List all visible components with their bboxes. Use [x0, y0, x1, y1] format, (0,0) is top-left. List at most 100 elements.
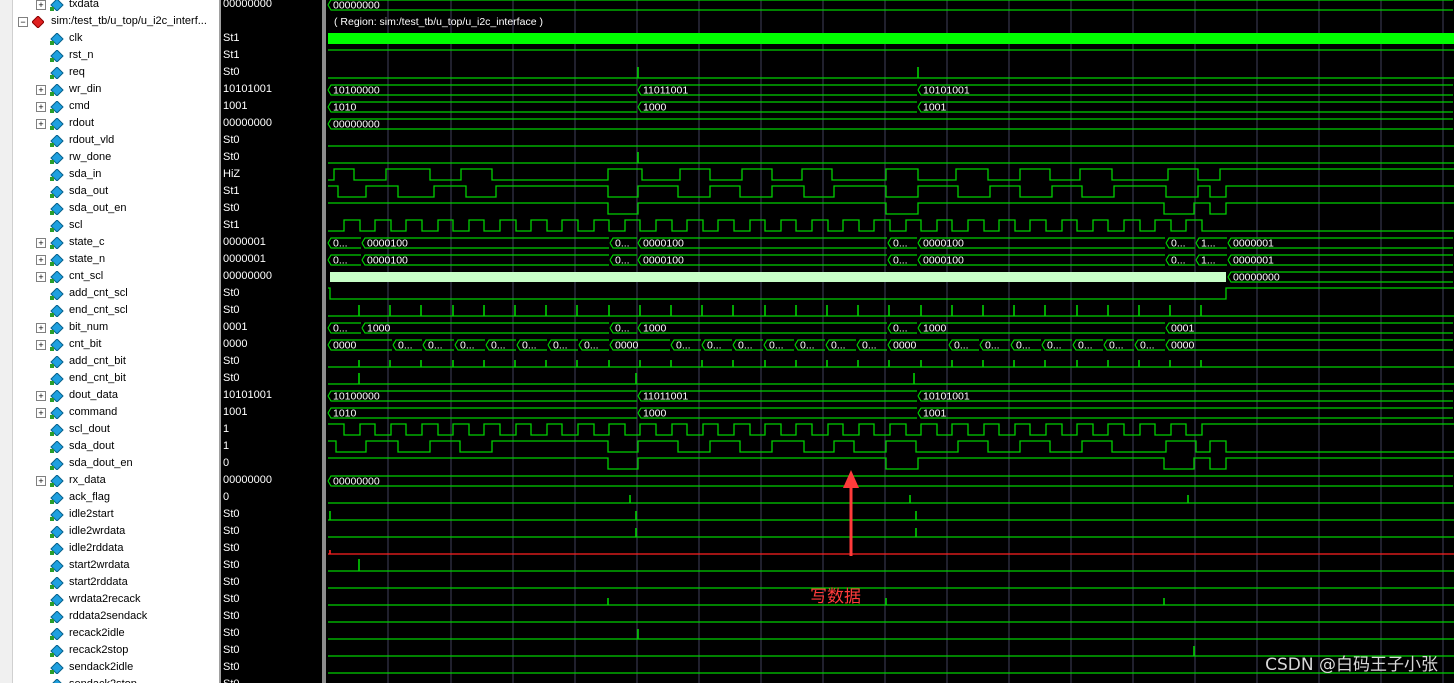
signal-name: scl	[69, 219, 83, 231]
signal-value: 0000	[223, 338, 248, 350]
signal-value: St0	[223, 287, 240, 299]
signal-row-10[interactable]: sda_in	[0, 166, 219, 183]
bus-segment	[917, 390, 1453, 402]
expand-icon[interactable]: +	[36, 255, 46, 265]
signal-row-33[interactable]: start2wrdata	[0, 557, 219, 574]
signal-row-17[interactable]: add_cnt_scl	[0, 285, 219, 302]
bus-segment	[361, 322, 609, 334]
expand-icon[interactable]: +	[36, 102, 46, 112]
signal-name: cnt_bit	[69, 338, 102, 350]
signal-row-8[interactable]: rdout_vld	[0, 132, 219, 149]
signal-name: state_c	[69, 236, 105, 248]
expand-icon[interactable]: +	[36, 323, 46, 333]
signal-row-14[interactable]: + state_c	[0, 234, 219, 251]
expand-icon[interactable]: +	[36, 238, 46, 248]
signal-row-20[interactable]: + cnt_bit	[0, 336, 219, 353]
signal-row-1[interactable]: − sim:/test_tb/u_top/u_i2c_interf...	[0, 13, 219, 30]
signal-value: St0	[221, 676, 322, 683]
collapse-icon[interactable]: −	[18, 17, 28, 27]
signal-value: 1	[223, 423, 230, 435]
cnt-scl-band	[330, 272, 1226, 282]
expand-icon[interactable]: +	[36, 272, 46, 282]
signal-name: dout_data	[69, 389, 118, 401]
expand-icon[interactable]: +	[36, 391, 46, 401]
signal-row-23[interactable]: + dout_data	[0, 387, 219, 404]
signal-row-39[interactable]: sendack2idle	[0, 659, 219, 676]
signal-name: end_cnt_scl	[69, 304, 128, 316]
expand-icon[interactable]: +	[36, 85, 46, 95]
signal-row-31[interactable]: idle2wrdata	[0, 523, 219, 540]
signal-row-24[interactable]: + command	[0, 404, 219, 421]
bus-segment	[327, 0, 1453, 11]
signal-row-12[interactable]: sda_out_en	[0, 200, 219, 217]
signal-value: St0	[223, 372, 240, 384]
signal-row-36[interactable]: rddata2sendack	[0, 608, 219, 625]
signal-row-3[interactable]: rst_n	[0, 47, 219, 64]
signal-value: 0	[223, 491, 230, 503]
signal-value: St0	[223, 559, 240, 571]
signal-row-40[interactable]: sendack2stop	[0, 676, 219, 683]
signal-name: sim:/test_tb/u_top/u_i2c_interf...	[51, 15, 207, 27]
signal-row-16[interactable]: + cnt_scl	[0, 268, 219, 285]
signal-row-5[interactable]: + wr_din	[0, 81, 219, 98]
signal-row-21[interactable]: add_cnt_bit	[0, 353, 219, 370]
waveform-pane[interactable]: ( Region: sim:/test_tb/u_top/u_i2c_inter…	[326, 0, 1454, 683]
signal-row-25[interactable]: scl_dout	[0, 421, 219, 438]
signal-name: cmd	[69, 100, 90, 112]
signal-name: rx_data	[69, 474, 106, 486]
signal-row-13[interactable]: scl	[0, 217, 219, 234]
signal-name: sda_dout	[69, 440, 115, 452]
signal-row-22[interactable]: end_cnt_bit	[0, 370, 219, 387]
signal-row-27[interactable]: sda_dout_en	[0, 455, 219, 472]
signal-row-19[interactable]: + bit_num	[0, 319, 219, 336]
expand-icon[interactable]: +	[36, 340, 46, 350]
signal-name: bit_num	[69, 321, 109, 333]
signal-row-34[interactable]: start2rddata	[0, 574, 219, 591]
waveform-trace	[328, 287, 1454, 300]
signal-row-9[interactable]: rw_done	[0, 149, 219, 166]
signal-row-2[interactable]: clk	[0, 30, 219, 47]
signal-row-6[interactable]: + cmd	[0, 98, 219, 115]
bus-segment	[327, 118, 1453, 130]
expand-icon[interactable]: +	[36, 119, 46, 129]
signal-row-18[interactable]: end_cnt_scl	[0, 302, 219, 319]
signal-row-37[interactable]: recack2idle	[0, 625, 219, 642]
signal-row-35[interactable]: wrdata2recack	[0, 591, 219, 608]
bus-segment	[1165, 322, 1453, 334]
signal-row-29[interactable]: ack_flag	[0, 489, 219, 506]
signal-row-4[interactable]: req	[0, 64, 219, 81]
signal-row-38[interactable]: recack2stop	[0, 642, 219, 659]
signal-value: St1	[223, 32, 240, 44]
signal-row-15[interactable]: + state_n	[0, 251, 219, 268]
signal-name: rdout_vld	[69, 134, 115, 146]
signal-name: add_cnt_scl	[69, 287, 128, 299]
signal-row-0[interactable]: + txdata	[0, 0, 219, 13]
signal-name: clk	[69, 32, 83, 44]
signal-row-26[interactable]: sda_dout	[0, 438, 219, 455]
signal-name: add_cnt_bit	[69, 355, 126, 367]
signal-row-7[interactable]: + rdout	[0, 115, 219, 132]
signal-name-pane: + txdata − sim:/test_tb/u_top/u_i2c_interf.…	[0, 0, 219, 683]
signal-value: St0	[223, 627, 240, 639]
signal-value: 1	[223, 440, 230, 452]
expand-icon[interactable]: +	[36, 408, 46, 418]
signal-value: 0001	[223, 321, 248, 333]
bus-segment	[637, 322, 887, 334]
signal-value: St0	[223, 304, 240, 316]
waveform-trace	[328, 457, 1454, 470]
waveform-canvas[interactable]: ( Region: sim:/test_tb/u_top/u_i2c_inter…	[326, 0, 1454, 683]
signal-row-11[interactable]: sda_out	[0, 183, 219, 200]
signal-row-30[interactable]: idle2start	[0, 506, 219, 523]
signal-name: recack2stop	[69, 644, 129, 656]
signal-row-32[interactable]: idle2rddata	[0, 540, 219, 557]
bus-segment	[637, 407, 917, 419]
signal-value	[221, 13, 322, 30]
signal-name: command	[69, 406, 118, 418]
expand-icon[interactable]: +	[36, 476, 46, 486]
signal-name: start2rddata	[69, 576, 128, 588]
signal-value: 00000000	[223, 117, 272, 129]
expand-icon[interactable]: +	[36, 0, 46, 10]
signal-name: sda_out_en	[69, 202, 127, 214]
signal-value: St1	[223, 219, 240, 231]
signal-row-28[interactable]: + rx_data	[0, 472, 219, 489]
